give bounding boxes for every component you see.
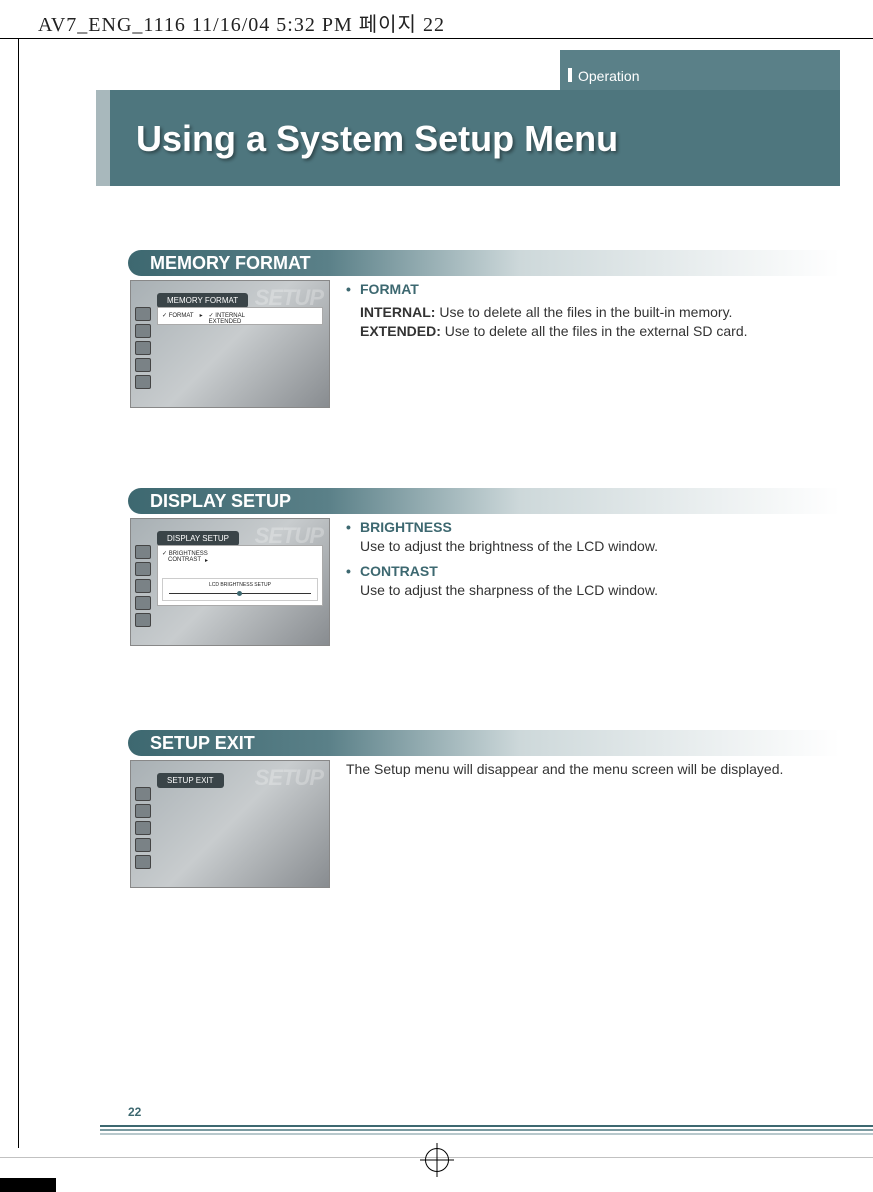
thumb-title-display: DISPLAY SETUP: [157, 531, 239, 546]
registration-mark-icon: [425, 1148, 449, 1172]
thumb-title-memory: MEMORY FORMAT: [157, 293, 248, 308]
thumb-bg-text: SETUP: [255, 765, 323, 791]
thumb-panel-display: ✓ BRIGHTNESS CONTRAST▸ LCD BRIGHTNESS SE…: [157, 545, 323, 606]
term-brightness: BRIGHTNESS: [360, 519, 452, 535]
page-number: 22: [128, 1105, 141, 1119]
thumb-extended-label: EXTENDED: [209, 319, 245, 325]
nav-icon: [135, 324, 151, 338]
thumb-internal-label: ✓ INTERNAL: [209, 312, 245, 319]
nav-icon: [135, 855, 151, 869]
thumb-nav-icons: [135, 307, 153, 392]
section-tab: Operation: [560, 50, 840, 90]
section-display-setup: DISPLAY SETUP SETUP DISPLAY SETUP ✓ BRIG…: [128, 488, 840, 646]
nav-icon: [135, 579, 151, 593]
crop-line-vertical: [18, 38, 19, 1148]
nav-icon: [135, 375, 151, 389]
nav-icon: [135, 821, 151, 835]
nav-icon: [135, 838, 151, 852]
thumb-setup-exit: SETUP SETUP EXIT: [130, 760, 330, 888]
desc-setup-exit: The Setup menu will disappear and the me…: [330, 760, 840, 888]
slider-knob-icon: [237, 591, 242, 596]
desc-memory-format: • FORMAT INTERNAL: Use to delete all the…: [330, 280, 840, 408]
nav-icon: [135, 545, 151, 559]
section-memory-format: MEMORY FORMAT SETUP MEMORY FORMAT ✓ FORM…: [128, 250, 840, 408]
thumb-panel-memory: ✓ FORMAT ▸ ✓ INTERNAL EXTENDED: [157, 307, 323, 325]
thumb-nav-icons: [135, 787, 153, 872]
nav-icon: [135, 341, 151, 355]
nav-icon: [135, 804, 151, 818]
footer-line: [100, 1125, 873, 1127]
crop-line-horizontal: [0, 38, 873, 39]
nav-icon: [135, 358, 151, 372]
footer-line: [100, 1129, 873, 1131]
heading-display-setup: DISPLAY SETUP: [128, 488, 840, 514]
text-exit-desc: The Setup menu will disappear and the me…: [346, 761, 783, 777]
bullet-dot-icon: •: [346, 562, 360, 600]
thumb-memory-format: SETUP MEMORY FORMAT ✓ FORMAT ▸ ✓ INTERNA…: [130, 280, 330, 408]
thumb-format-label: ✓ FORMAT: [162, 312, 194, 325]
arrow-right-icon: ▸: [205, 557, 208, 564]
nav-icon: [135, 307, 151, 321]
section-tab-label: Operation: [578, 68, 639, 84]
thumb-display-setup: SETUP DISPLAY SETUP ✓ BRIGHTNESS CONTRAS…: [130, 518, 330, 646]
bullet-dot-icon: •: [346, 280, 360, 299]
text-internal-desc: Use to delete all the files in the built…: [435, 304, 732, 320]
bullet-dot-icon: •: [346, 518, 360, 556]
page-title: Using a System Setup Menu: [110, 90, 840, 186]
text-brightness-desc: Use to adjust the brightness of the LCD …: [360, 538, 658, 554]
thumb-nav-icons: [135, 545, 153, 630]
nav-icon: [135, 613, 151, 627]
footer-line: [100, 1133, 873, 1135]
text-contrast-desc: Use to adjust the sharpness of the LCD w…: [360, 582, 658, 598]
slider-title: LCD BRIGHTNESS SETUP: [169, 582, 311, 588]
thumb-title-exit: SETUP EXIT: [157, 773, 224, 788]
term-contrast: CONTRAST: [360, 563, 438, 579]
desc-display-setup: • BRIGHTNESS Use to adjust the brightnes…: [330, 518, 840, 646]
print-header-stamp: AV7_ENG_1116 11/16/04 5:32 PM 페이지 22: [38, 8, 445, 37]
slider-track: [169, 593, 311, 594]
text-extended-desc: Use to delete all the files in the exter…: [441, 323, 748, 339]
print-black-bar: [0, 1178, 56, 1192]
heading-memory-format: MEMORY FORMAT: [128, 250, 840, 276]
term-extended: EXTENDED:: [360, 323, 441, 339]
nav-icon: [135, 787, 151, 801]
title-accent-bar: [96, 90, 110, 186]
arrow-right-icon: ▸: [200, 312, 203, 325]
slider-panel: LCD BRIGHTNESS SETUP: [162, 578, 318, 601]
heading-setup-exit: SETUP EXIT: [128, 730, 840, 756]
thumb-contrast-label: CONTRAST: [162, 557, 201, 564]
nav-icon: [135, 562, 151, 576]
footer-rule-lines: [100, 1125, 873, 1137]
term-format: FORMAT: [360, 280, 419, 299]
term-internal: INTERNAL:: [360, 304, 435, 320]
nav-icon: [135, 596, 151, 610]
section-setup-exit: SETUP EXIT SETUP SETUP EXIT The Setup me…: [128, 730, 840, 888]
